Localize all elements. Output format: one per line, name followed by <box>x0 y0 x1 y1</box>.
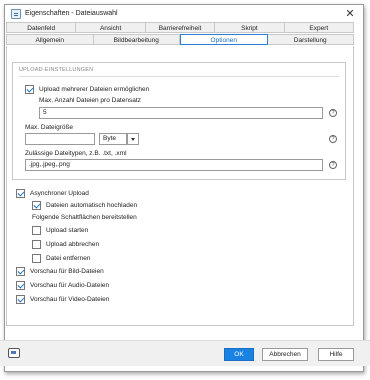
group-title: UPLOAD-EINSTELLUNGEN <box>19 67 94 73</box>
tab-allgemein[interactable]: Allgemein <box>6 34 94 45</box>
max-files-input[interactable]: 5 <box>39 107 323 119</box>
auto-upload-checkbox[interactable] <box>32 201 41 210</box>
tab-ansicht[interactable]: Ansicht <box>76 22 146 33</box>
tab-barrierefreiheit[interactable]: Barrierefreiheit <box>145 22 216 33</box>
tab-datenfeld[interactable]: Datenfeld <box>6 22 77 33</box>
tab-skript[interactable]: Skript <box>215 22 285 33</box>
size-unit-select[interactable]: Byte <box>99 133 127 145</box>
tab-row-bottom: Allgemein Bildbearbeitung Optionen Darst… <box>6 34 354 45</box>
multi-upload-label: Upload mehrerer Dateien ermöglichen <box>39 86 150 93</box>
start-upload-label: Upload starten <box>46 227 89 234</box>
preview-audio-label: Vorschau für Audio-Dateien <box>30 282 110 289</box>
buttons-section-label: Folgende Schaltflächen bereitstellen <box>32 214 137 221</box>
title-bar: Eigenschaften - Dateiauswahl ✕ <box>5 5 363 23</box>
preview-image-checkbox[interactable] <box>16 267 25 276</box>
close-button[interactable]: ✕ <box>343 7 357 21</box>
max-size-input[interactable] <box>25 133 95 145</box>
tab-bildbearbeitung[interactable]: Bildbearbeitung <box>93 34 180 45</box>
async-upload-checkbox[interactable] <box>16 189 25 198</box>
preview-video-checkbox[interactable] <box>16 295 25 304</box>
async-upload-label: Asynchroner Upload <box>30 190 89 197</box>
ok-button[interactable]: OK <box>224 348 254 361</box>
app-icon <box>11 9 21 19</box>
tab-optionen[interactable]: Optionen <box>180 34 268 45</box>
preview-audio-checkbox[interactable] <box>16 281 25 290</box>
tab-row-top: Datenfeld Ansicht Barrierefreiheit Skrip… <box>6 22 355 33</box>
preview-image-label: Vorschau für Bild-Dateien <box>30 268 104 275</box>
preview-video-label: Vorschau für Video-Dateien <box>30 296 110 303</box>
dialog-footer <box>0 340 370 366</box>
max-files-help-icon[interactable]: ? <box>329 109 337 117</box>
max-files-label: Max. Anzahl Dateien pro Datensatz <box>39 97 141 104</box>
cancel-button[interactable]: Abbrechen <box>262 348 308 361</box>
remove-file-checkbox[interactable] <box>32 254 41 263</box>
max-size-help-icon[interactable]: ? <box>329 135 337 143</box>
window-title: Eigenschaften - Dateiauswahl <box>25 10 118 17</box>
context-help-icon[interactable] <box>8 348 20 358</box>
file-types-input[interactable]: .jpg,.jpeg,.png <box>25 159 323 171</box>
file-types-label: Zulässige Dateitypen, z.B. .txt, .xml <box>25 150 127 157</box>
auto-upload-label: Dateien automatisch hochladen <box>46 202 138 209</box>
start-upload-checkbox[interactable] <box>32 226 41 235</box>
file-types-help-icon[interactable]: ? <box>329 161 337 169</box>
chevron-down-icon[interactable] <box>127 133 139 145</box>
multi-upload-checkbox[interactable] <box>25 85 34 94</box>
group-divider <box>19 76 339 77</box>
help-button[interactable]: Hilfe <box>318 348 354 361</box>
tab-expert[interactable]: Expert <box>284 22 355 33</box>
upload-settings-group: UPLOAD-EINSTELLUNGEN Upload mehrerer Dat… <box>12 62 346 180</box>
cancel-upload-checkbox[interactable] <box>32 240 41 249</box>
remove-file-label: Datei entfernen <box>46 255 91 262</box>
max-size-label: Max. Dateigröße <box>25 124 74 131</box>
cancel-upload-label: Upload abbrechen <box>46 241 100 248</box>
tab-darstellung[interactable]: Darstellung <box>267 34 354 45</box>
